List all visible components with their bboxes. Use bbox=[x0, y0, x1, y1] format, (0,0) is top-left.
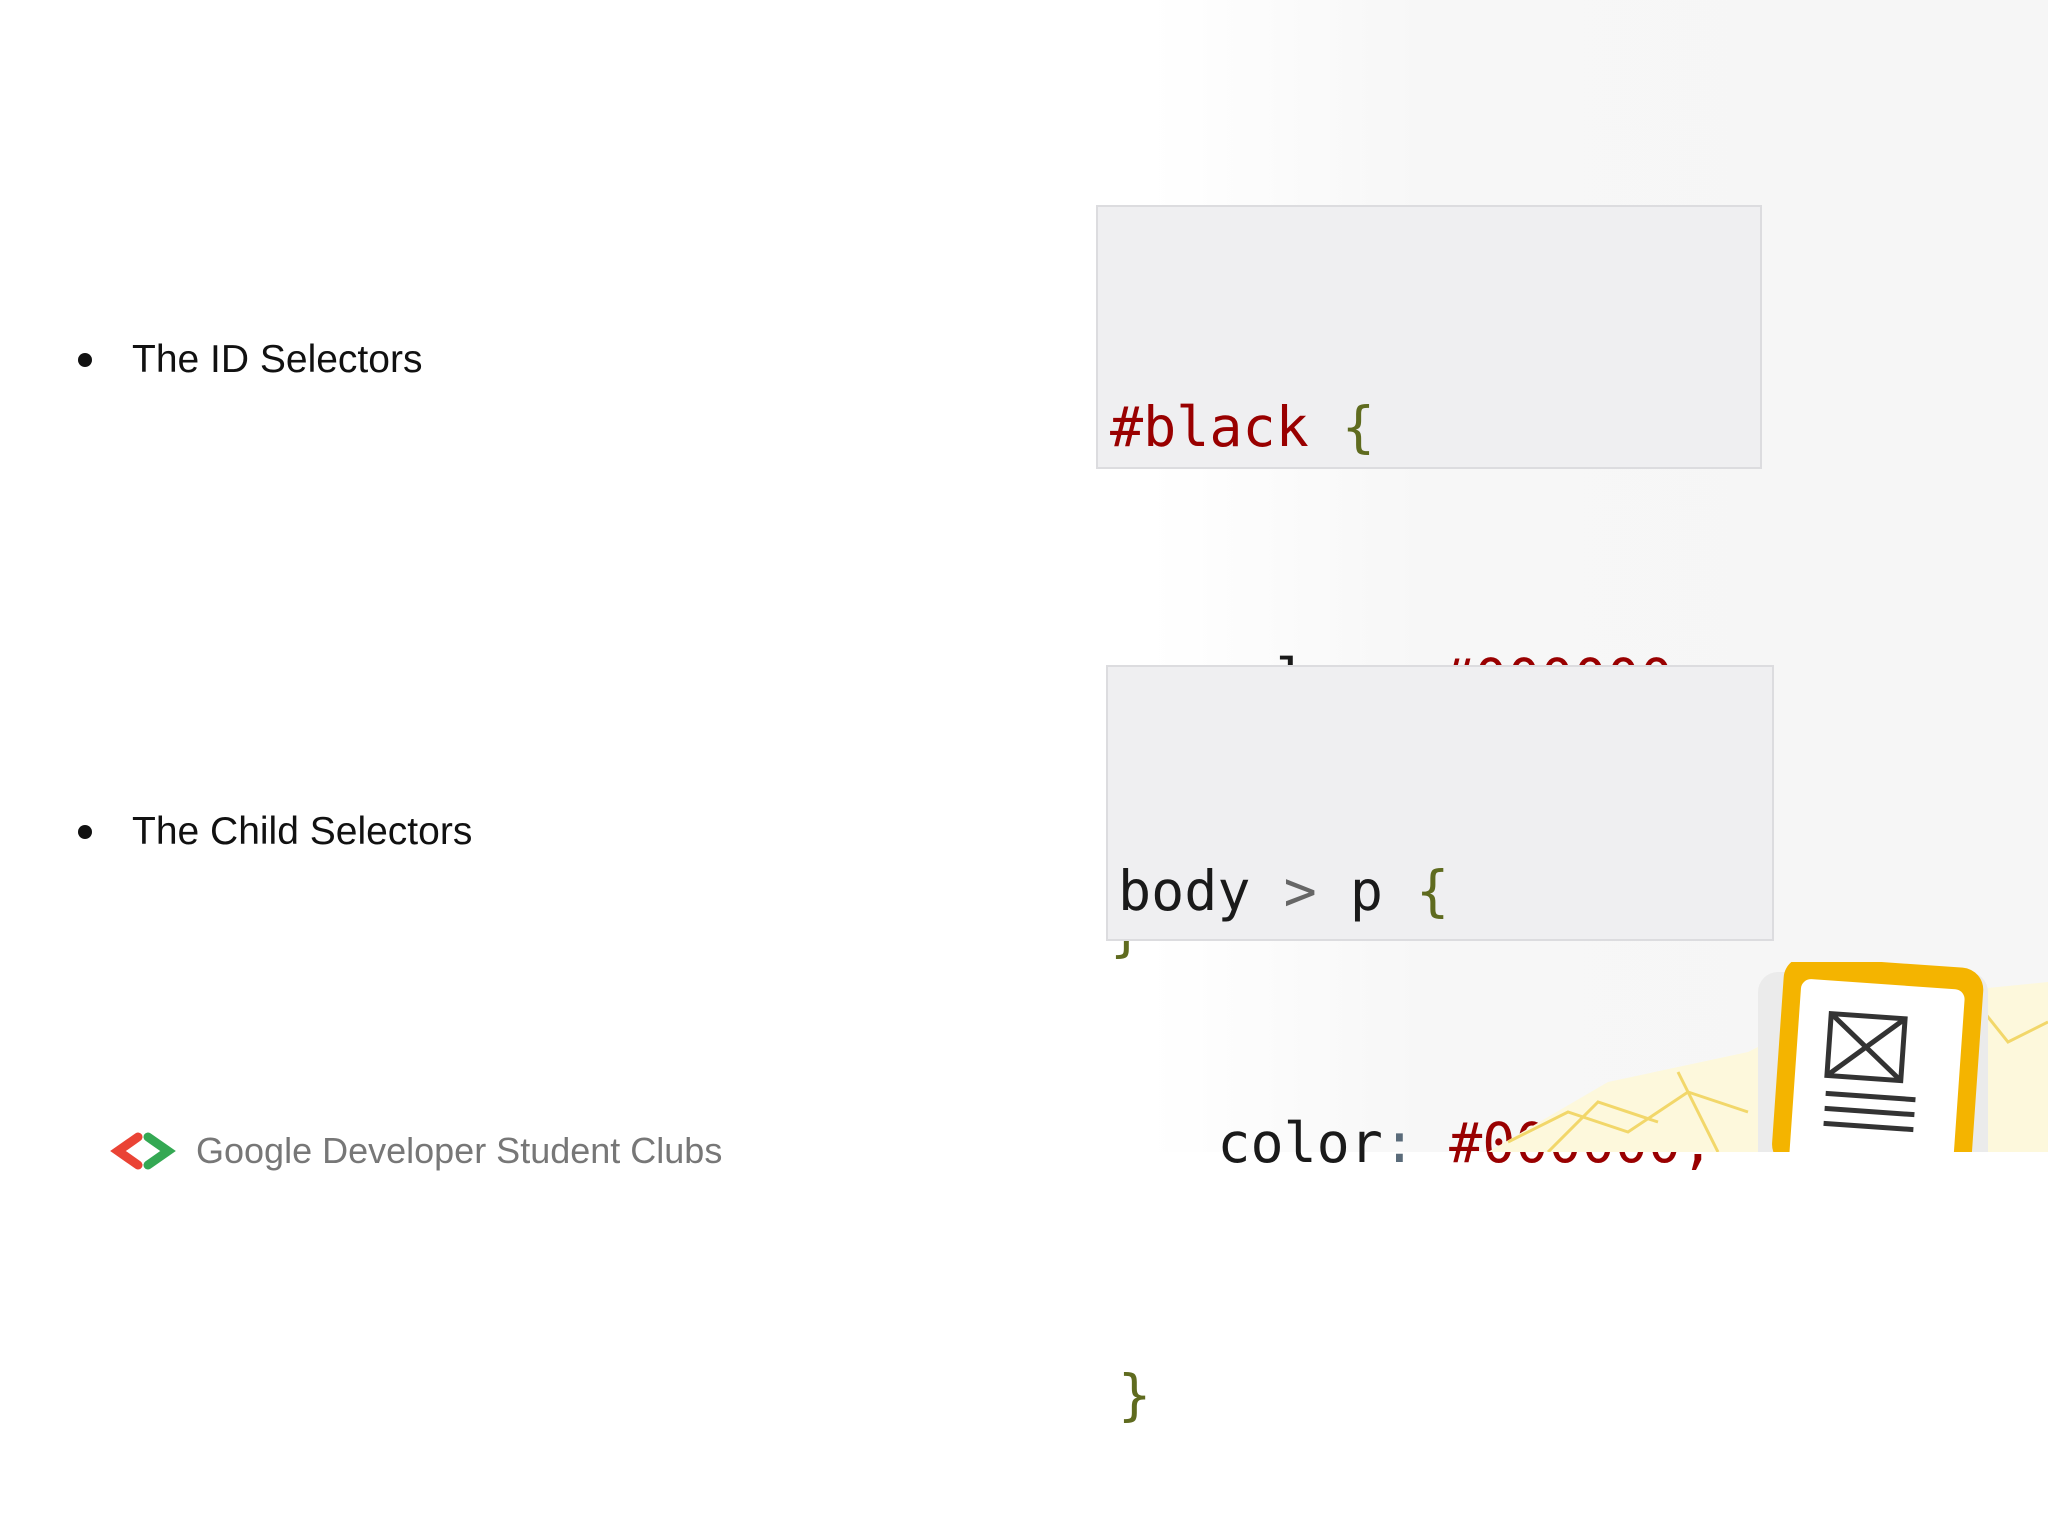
code-close-brace: } bbox=[1118, 1363, 1152, 1427]
bullet-text: The ID Selectors bbox=[132, 338, 423, 381]
bullet-text: The Child Selectors bbox=[132, 810, 473, 853]
code-line: } bbox=[1118, 1353, 1762, 1437]
gdsc-logo-icon bbox=[108, 1131, 178, 1171]
code-colon: : bbox=[1382, 1111, 1417, 1175]
code-line: body > p { bbox=[1118, 849, 1762, 933]
code-open-brace: { bbox=[1341, 395, 1375, 459]
code-open-brace: { bbox=[1416, 859, 1450, 923]
bullet-item-id-selectors: The ID Selectors bbox=[78, 338, 422, 382]
decorative-illustration bbox=[1488, 956, 2048, 1189]
bullet-dot bbox=[78, 353, 92, 367]
code-element: p bbox=[1349, 859, 1383, 923]
code-property: color bbox=[1217, 1111, 1383, 1175]
footer-org-name: Google Developer Student Clubs bbox=[196, 1130, 723, 1171]
bullet-dot bbox=[78, 825, 92, 839]
bullet-item-child-selectors: The Child Selectors bbox=[78, 810, 472, 854]
code-snippet-id-selector: #black { color: #000000; } bbox=[1096, 205, 1762, 963]
code-selector: #black bbox=[1110, 395, 1309, 459]
code-snippet-child-selector: body > p { color: #000000; } bbox=[1106, 665, 1774, 1427]
footer-logo: Google Developer Student Clubs bbox=[108, 1130, 722, 1172]
code-combinator: > bbox=[1283, 859, 1317, 923]
code-selector: body bbox=[1118, 859, 1251, 923]
code-line: #black { bbox=[1110, 385, 1750, 469]
